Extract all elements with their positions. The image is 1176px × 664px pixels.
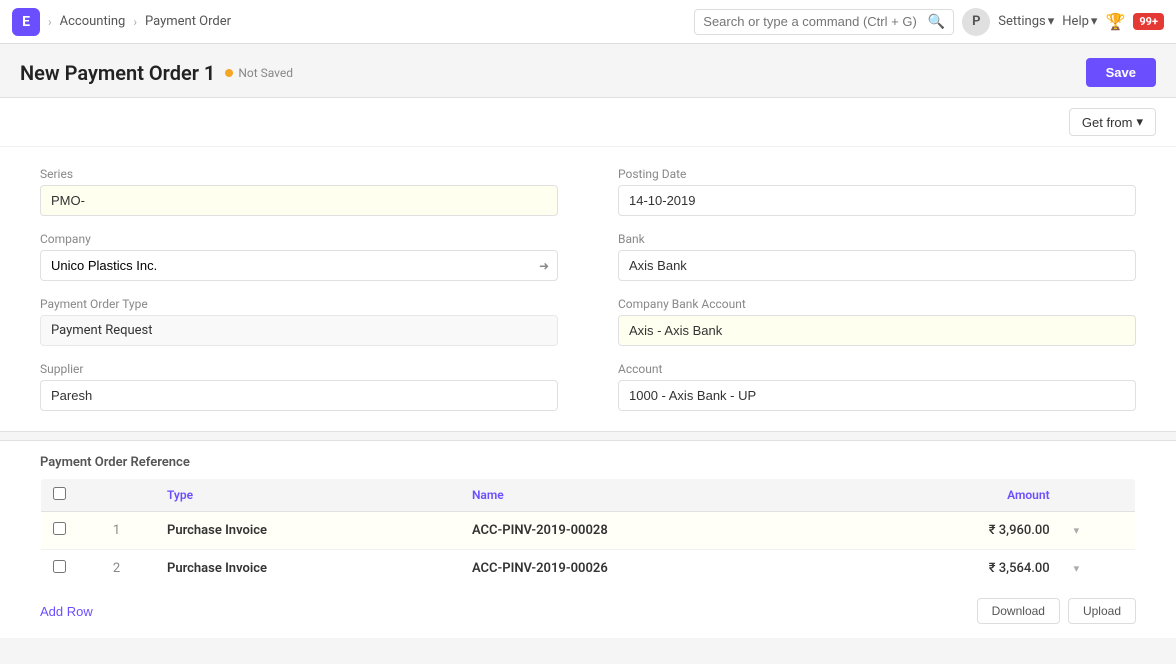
table-row: 1 Purchase Invoice ACC-PINV-2019-00028 ₹… bbox=[41, 512, 1136, 550]
table-header-type: Type bbox=[155, 479, 460, 512]
download-button[interactable]: Download bbox=[977, 598, 1060, 624]
notification-badge[interactable]: 99+ bbox=[1133, 13, 1164, 30]
table-action-buttons: Download Upload bbox=[977, 598, 1136, 624]
row-amount-2: ₹ 3,564.00 bbox=[853, 550, 1062, 588]
page-title: New Payment Order 1 bbox=[20, 61, 215, 85]
table-header-num bbox=[78, 479, 155, 512]
bank-field: Bank bbox=[618, 232, 1136, 281]
payment-order-type-label: Payment Order Type bbox=[40, 297, 558, 311]
posting-date-field: Posting Date bbox=[618, 167, 1136, 216]
row-name-1: ACC-PINV-2019-00028 bbox=[460, 512, 853, 550]
posting-date-label: Posting Date bbox=[618, 167, 1136, 181]
row-dropdown-icon-2: ▾ bbox=[1074, 562, 1080, 575]
table-section-title: Payment Order Reference bbox=[0, 441, 1176, 478]
app-logo: E bbox=[12, 8, 40, 36]
page-title-row: New Payment Order 1 Not Saved bbox=[20, 61, 293, 85]
bank-label: Bank bbox=[618, 232, 1136, 246]
table-header-name: Name bbox=[460, 479, 853, 512]
payment-order-type-field: Payment Order Type Payment Request bbox=[40, 297, 558, 346]
row-checkbox-cell bbox=[41, 550, 79, 588]
search-icon: 🔍 bbox=[928, 14, 945, 30]
series-label: Series bbox=[40, 167, 558, 181]
company-bank-account-field: Company Bank Account bbox=[618, 297, 1136, 346]
breadcrumb-chevron-2: › bbox=[133, 15, 137, 29]
supplier-label: Supplier bbox=[40, 362, 558, 376]
status-dot bbox=[225, 69, 233, 77]
company-input[interactable] bbox=[41, 251, 531, 280]
company-arrow-icon[interactable]: ➜ bbox=[531, 259, 557, 273]
table-header-amount: Amount bbox=[853, 479, 1062, 512]
get-from-button[interactable]: Get from ▾ bbox=[1069, 108, 1156, 136]
supplier-field: Supplier bbox=[40, 362, 558, 411]
account-field: Account bbox=[618, 362, 1136, 411]
row-name-2: ACC-PINV-2019-00026 bbox=[460, 550, 853, 588]
table-header-actions bbox=[1062, 479, 1136, 512]
row-num-1: 1 bbox=[78, 512, 155, 550]
status-badge: Not Saved bbox=[225, 66, 293, 80]
get-from-bar: Get from ▾ bbox=[0, 98, 1176, 147]
status-text: Not Saved bbox=[238, 66, 293, 80]
company-input-wrapper: ➜ bbox=[40, 250, 558, 281]
get-from-chevron-icon: ▾ bbox=[1136, 114, 1143, 130]
row-type-2: Purchase Invoice bbox=[155, 550, 460, 588]
row-type-1: Purchase Invoice bbox=[155, 512, 460, 550]
supplier-input[interactable] bbox=[40, 380, 558, 411]
table-header-checkbox bbox=[41, 479, 79, 512]
row-dropdown-icon-1: ▾ bbox=[1074, 524, 1080, 537]
series-input[interactable] bbox=[40, 185, 558, 216]
row-dropdown-2[interactable]: ▾ bbox=[1062, 550, 1136, 588]
help-menu[interactable]: Help ▾ bbox=[1062, 14, 1097, 29]
row-checkbox-2[interactable] bbox=[53, 560, 66, 573]
save-button[interactable]: Save bbox=[1086, 58, 1156, 87]
breadcrumb-payment-order[interactable]: Payment Order bbox=[145, 14, 231, 29]
get-from-label: Get from bbox=[1082, 115, 1133, 130]
row-checkbox-1[interactable] bbox=[53, 522, 66, 535]
posting-date-input[interactable] bbox=[618, 185, 1136, 216]
add-row-button[interactable]: Add Row bbox=[40, 600, 93, 623]
row-num-2: 2 bbox=[78, 550, 155, 588]
form-grid: Series Posting Date Company ➜ Bank Payme… bbox=[0, 147, 1176, 431]
account-label: Account bbox=[618, 362, 1136, 376]
table-header: Type Name Amount bbox=[41, 479, 1136, 512]
row-checkbox-cell bbox=[41, 512, 79, 550]
breadcrumb-accounting[interactable]: Accounting bbox=[60, 14, 126, 29]
bank-input[interactable] bbox=[618, 250, 1136, 281]
company-label: Company bbox=[40, 232, 558, 246]
page-header: New Payment Order 1 Not Saved Save bbox=[0, 44, 1176, 97]
avatar: P bbox=[962, 8, 990, 36]
company-bank-account-label: Company Bank Account bbox=[618, 297, 1136, 311]
table-row: 2 Purchase Invoice ACC-PINV-2019-00026 ₹… bbox=[41, 550, 1136, 588]
series-field: Series bbox=[40, 167, 558, 216]
payment-order-type-value: Payment Request bbox=[40, 315, 558, 346]
select-all-checkbox[interactable] bbox=[53, 487, 66, 500]
account-input[interactable] bbox=[618, 380, 1136, 411]
row-amount-1: ₹ 3,960.00 bbox=[853, 512, 1062, 550]
row-dropdown-1[interactable]: ▾ bbox=[1062, 512, 1136, 550]
payment-order-reference-table: Type Name Amount 1 Purchase Invoice ACC-… bbox=[40, 478, 1136, 588]
search-bar[interactable]: 🔍 bbox=[694, 9, 954, 35]
trophy-icon: 🏆 bbox=[1105, 12, 1125, 31]
table-section: Payment Order Reference Type Name Amount… bbox=[0, 440, 1176, 638]
table-actions: Add Row Download Upload bbox=[0, 588, 1176, 638]
breadcrumb-chevron-1: › bbox=[48, 15, 52, 29]
upload-button[interactable]: Upload bbox=[1068, 598, 1136, 624]
search-input[interactable] bbox=[703, 14, 922, 29]
table-body: 1 Purchase Invoice ACC-PINV-2019-00028 ₹… bbox=[41, 512, 1136, 588]
company-field: Company ➜ bbox=[40, 232, 558, 281]
form-section: Get from ▾ Series Posting Date Company ➜… bbox=[0, 97, 1176, 432]
settings-menu[interactable]: Settings ▾ bbox=[998, 14, 1054, 29]
company-bank-account-input[interactable] bbox=[618, 315, 1136, 346]
topnav: E › Accounting › Payment Order 🔍 P Setti… bbox=[0, 0, 1176, 44]
